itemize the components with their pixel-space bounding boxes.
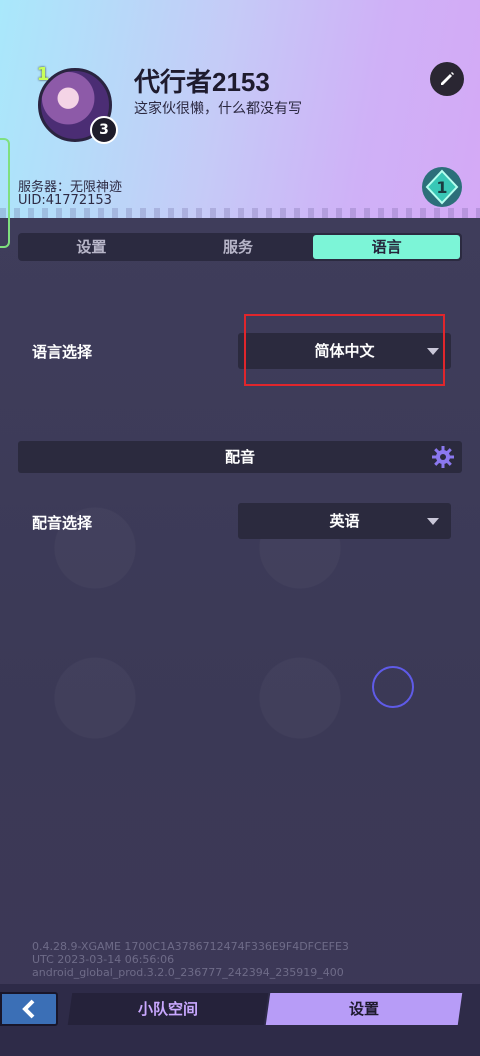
level-badge: 1	[36, 64, 50, 85]
voice-section-header: 配音	[18, 441, 462, 473]
voice-dropdown-value: 英语	[329, 512, 360, 530]
user-bio: 这家伙很懒，什么都没有写	[134, 101, 302, 117]
rank-diamond-button[interactable]: 1	[420, 166, 464, 208]
gear-icon[interactable]	[432, 446, 454, 468]
floating-ring-button[interactable]	[372, 666, 414, 708]
version-line: UTC 2023-03-14 06:56:06	[32, 953, 175, 966]
language-select-label: 语言选择	[32, 343, 93, 361]
pencil-icon	[441, 72, 454, 85]
chevron-left-icon	[22, 999, 35, 1019]
edit-profile-button[interactable]	[430, 62, 464, 96]
settings-tab-bar: 设置 服务 语言	[18, 233, 462, 261]
voice-dropdown[interactable]: 英语	[238, 503, 451, 539]
avatar[interactable]: 1 3	[28, 62, 118, 146]
uid-label: UID:41772153	[18, 193, 112, 208]
nav-settings-label: 设置	[348, 1000, 379, 1018]
tab-language[interactable]: 语言	[313, 235, 461, 259]
nav-settings[interactable]: 设置	[265, 993, 463, 1025]
back-button[interactable]	[0, 992, 58, 1026]
rank-badge: 3	[90, 116, 118, 144]
username: 代行者2153	[134, 67, 270, 97]
header-stripe	[0, 208, 480, 218]
diamond-level-icon: 1	[422, 167, 462, 207]
nav-team-space[interactable]: 小队空间	[67, 993, 269, 1025]
tab-settings[interactable]: 设置	[18, 233, 165, 261]
tab-service[interactable]: 服务	[165, 233, 312, 261]
voice-section-title: 配音	[224, 448, 255, 466]
side-drawer-handle[interactable]	[0, 138, 10, 248]
version-info: 0.4.28.9-XGAME 1700C1A3786712474F336E9F4…	[32, 940, 349, 979]
svg-text:1: 1	[436, 178, 447, 197]
version-line: android_global_prod.3.2.0_236777_242394_…	[32, 966, 344, 979]
voice-select-label: 配音选择	[32, 514, 93, 532]
highlight-box	[244, 314, 445, 386]
nav-team-label: 小队空间	[137, 1000, 198, 1018]
caret-down-icon	[427, 518, 439, 525]
version-line: 0.4.28.9-XGAME 1700C1A3786712474F336E9F4…	[32, 940, 349, 953]
